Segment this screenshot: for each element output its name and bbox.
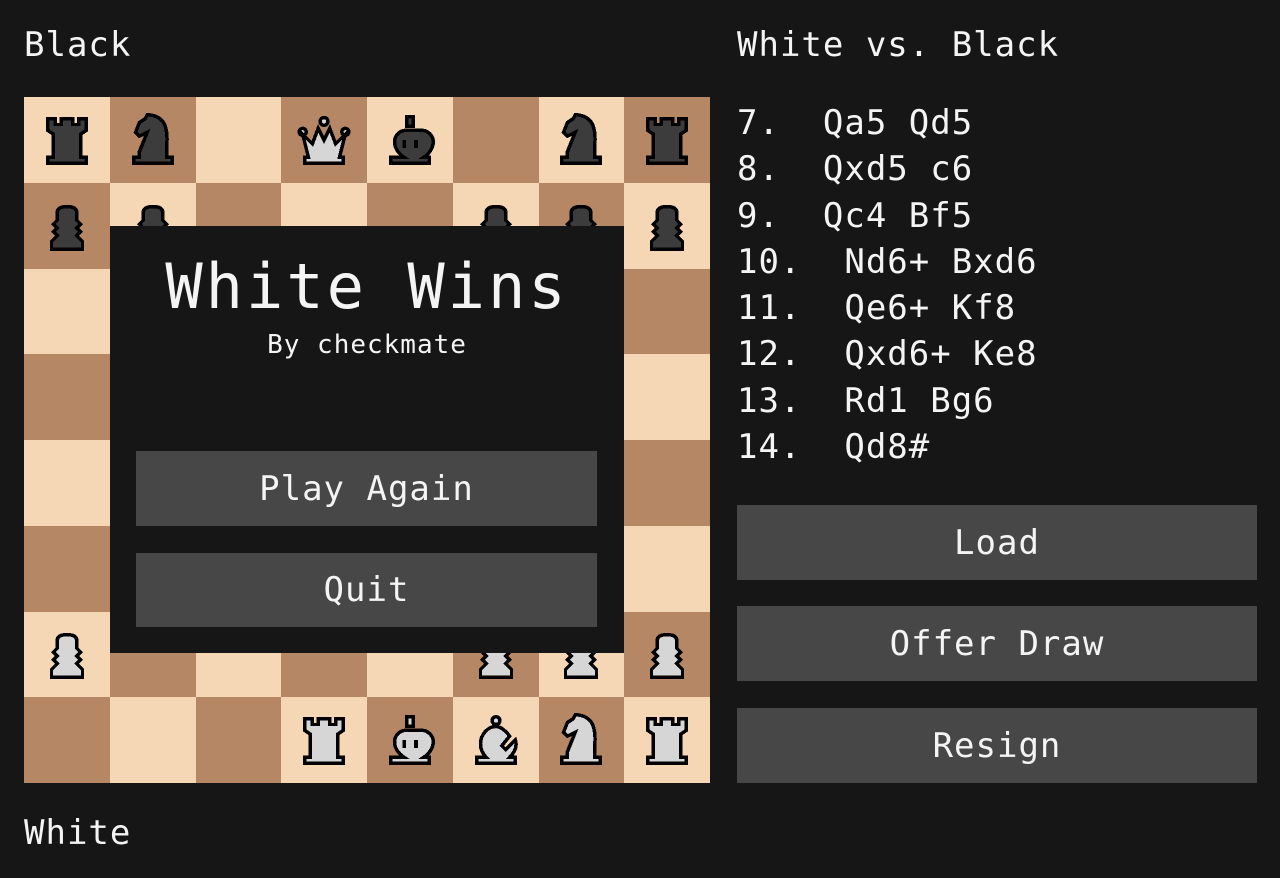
square-a3[interactable] [24, 525, 110, 612]
white-king-icon[interactable] [379, 709, 441, 771]
move-entry: 8. Qxd5 c6 [737, 149, 974, 190]
square-e1[interactable] [367, 697, 453, 783]
square-h3[interactable] [624, 525, 710, 612]
move-entry: 9. Qc4 Bf5 [737, 195, 974, 236]
offer-draw-button[interactable]: Offer Draw [737, 606, 1257, 681]
square-a4[interactable] [24, 440, 110, 526]
black-pawn-icon[interactable] [636, 195, 698, 257]
top-player-label: Black [24, 25, 132, 65]
square-c8[interactable] [195, 97, 282, 183]
white-pawn-icon[interactable] [636, 623, 698, 685]
white-knight-icon[interactable] [550, 709, 612, 771]
square-b1[interactable] [109, 697, 196, 783]
move-entry: 12. Qxd6+ Ke8 [737, 334, 1038, 375]
square-b8[interactable] [109, 97, 196, 183]
move-entry: 7. Qa5 Qd5 [737, 103, 974, 143]
square-e8[interactable] [367, 97, 453, 183]
load-button[interactable]: Load [737, 505, 1257, 580]
result-title: White Wins [165, 250, 569, 323]
black-pawn-icon[interactable] [36, 195, 98, 257]
square-d8[interactable] [281, 97, 367, 183]
move-entry: 14. Qd8# [737, 427, 931, 468]
square-h6[interactable] [624, 268, 710, 355]
white-queen-icon[interactable] [293, 109, 355, 171]
square-h8[interactable] [624, 97, 710, 183]
square-c1[interactable] [195, 697, 282, 783]
play-again-button[interactable]: Play Again [136, 451, 597, 526]
square-h5[interactable] [624, 354, 710, 440]
square-a8[interactable] [24, 97, 110, 183]
white-bishop-icon[interactable] [465, 709, 527, 771]
square-g1[interactable] [538, 697, 625, 783]
square-f8[interactable] [452, 97, 539, 183]
white-rook-icon[interactable] [636, 709, 698, 771]
square-g8[interactable] [538, 97, 625, 183]
bottom-player-label: White [24, 813, 132, 853]
white-rook-icon[interactable] [293, 709, 355, 771]
square-f1[interactable] [452, 697, 539, 783]
square-a2[interactable] [24, 611, 110, 698]
quit-button[interactable]: Quit [136, 553, 597, 627]
resign-button[interactable]: Resign [737, 708, 1257, 783]
square-h4[interactable] [624, 440, 710, 526]
result-reason: By checkmate [267, 330, 467, 360]
square-a7[interactable] [24, 182, 110, 269]
square-a5[interactable] [24, 354, 110, 440]
square-h2[interactable] [624, 611, 710, 698]
black-knight-icon[interactable] [550, 109, 612, 171]
square-h1[interactable] [624, 697, 710, 783]
square-a6[interactable] [24, 268, 110, 355]
move-list: 7. Qa5 Qd5 8. Qxd5 c6 9. Qc4 Bf5 10. Nd6… [737, 100, 1038, 470]
black-knight-icon[interactable] [122, 109, 184, 171]
white-pawn-icon[interactable] [36, 623, 98, 685]
move-entry: 13. Rd1 Bg6 [737, 380, 995, 421]
black-rook-icon[interactable] [636, 109, 698, 171]
black-king-icon[interactable] [379, 109, 441, 171]
square-h7[interactable] [624, 182, 710, 269]
game-over-dialog: White Wins By checkmate Play Again Quit [110, 226, 624, 653]
game-title: White vs. Black [737, 25, 1060, 65]
black-rook-icon[interactable] [36, 109, 98, 171]
move-entry: 11. Qe6+ Kf8 [737, 288, 1017, 329]
move-entry: 10. Nd6+ Bxd6 [737, 241, 1038, 282]
square-d1[interactable] [281, 697, 367, 783]
square-a1[interactable] [24, 697, 110, 783]
